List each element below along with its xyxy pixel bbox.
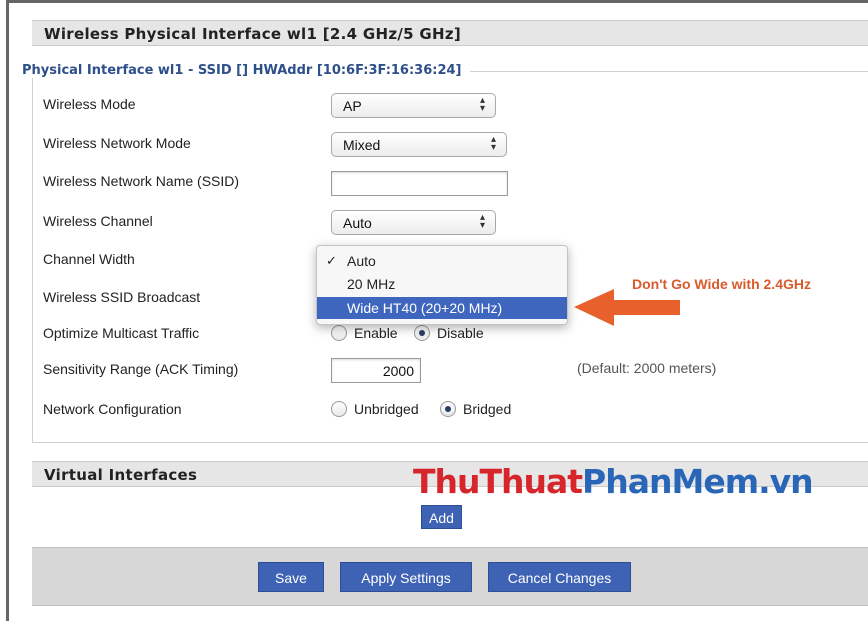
watermark-part1: ThuThuat bbox=[413, 462, 583, 501]
sensitivity-label: Sensitivity Range (ACK Timing) bbox=[43, 361, 239, 377]
checkmark-icon: ✓ bbox=[326, 253, 337, 268]
updown-arrows-icon: ▴ ▾ bbox=[490, 134, 496, 153]
channel-width-option-20mhz[interactable]: 20 MHz bbox=[317, 273, 567, 295]
option-label: Auto bbox=[347, 253, 376, 269]
network-mode-label: Wireless Network Mode bbox=[43, 135, 191, 151]
bridged-label: Bridged bbox=[463, 401, 512, 417]
multicast-enable-label: Enable bbox=[354, 325, 398, 341]
multicast-label: Optimize Multicast Traffic bbox=[43, 325, 200, 341]
channel-value: Auto bbox=[343, 215, 372, 231]
fieldset-legend: Physical Interface wl1 - SSID [] HWAddr … bbox=[20, 63, 470, 78]
sensitivity-hint: (Default: 2000 meters) bbox=[577, 360, 717, 376]
multicast-disable-label: Disable bbox=[437, 325, 484, 341]
channel-width-dropdown[interactable]: ✓ Auto 20 MHz Wide HT40 (20+20 MHz) bbox=[316, 245, 568, 325]
window-left-border bbox=[6, 0, 9, 621]
network-config-label: Network Configuration bbox=[43, 401, 182, 417]
cancel-changes-button[interactable]: Cancel Changes bbox=[488, 562, 631, 592]
apply-settings-button[interactable]: Apply Settings bbox=[340, 562, 472, 592]
channel-width-option-wide-ht40[interactable]: Wide HT40 (20+20 MHz) bbox=[317, 297, 567, 319]
ssid-broadcast-label: Wireless SSID Broadcast bbox=[43, 289, 201, 305]
wireless-mode-value: AP bbox=[343, 98, 362, 114]
option-label: Wide HT40 (20+20 MHz) bbox=[347, 300, 503, 316]
section-header-physical-interface: Wireless Physical Interface wl1 [2.4 GHz… bbox=[32, 20, 868, 46]
network-mode-select[interactable]: Mixed ▴ ▾ bbox=[331, 132, 507, 157]
unbridged-radio[interactable] bbox=[331, 401, 347, 417]
updown-arrows-icon: ▴ ▾ bbox=[479, 95, 485, 114]
left-arrow-icon bbox=[574, 289, 680, 326]
wireless-mode-label: Wireless Mode bbox=[43, 96, 136, 112]
wireless-mode-select[interactable]: AP ▴ ▾ bbox=[331, 93, 496, 118]
channel-width-option-auto[interactable]: ✓ Auto bbox=[317, 250, 567, 272]
bridged-radio[interactable] bbox=[440, 401, 456, 417]
multicast-enable-radio[interactable] bbox=[331, 325, 347, 341]
add-interface-button[interactable]: Add bbox=[421, 505, 462, 529]
network-mode-value: Mixed bbox=[343, 137, 381, 153]
window-top-border bbox=[6, 0, 868, 3]
option-label: 20 MHz bbox=[347, 276, 396, 292]
watermark-part2: PhanMem.vn bbox=[582, 462, 814, 501]
save-button[interactable]: Save bbox=[258, 562, 324, 592]
sensitivity-input[interactable]: 2000 bbox=[331, 358, 421, 383]
ssid-input[interactable] bbox=[331, 171, 508, 196]
unbridged-label: Unbridged bbox=[354, 401, 419, 417]
ssid-label: Wireless Network Name (SSID) bbox=[43, 173, 240, 189]
watermark: ThuThuatPhanMem.vn bbox=[413, 462, 814, 501]
updown-arrows-icon: ▴ ▾ bbox=[479, 212, 485, 231]
channel-width-label: Channel Width bbox=[43, 251, 135, 267]
channel-select[interactable]: Auto ▴ ▾ bbox=[331, 210, 496, 235]
multicast-disable-radio[interactable] bbox=[414, 325, 430, 341]
channel-label: Wireless Channel bbox=[43, 213, 153, 229]
